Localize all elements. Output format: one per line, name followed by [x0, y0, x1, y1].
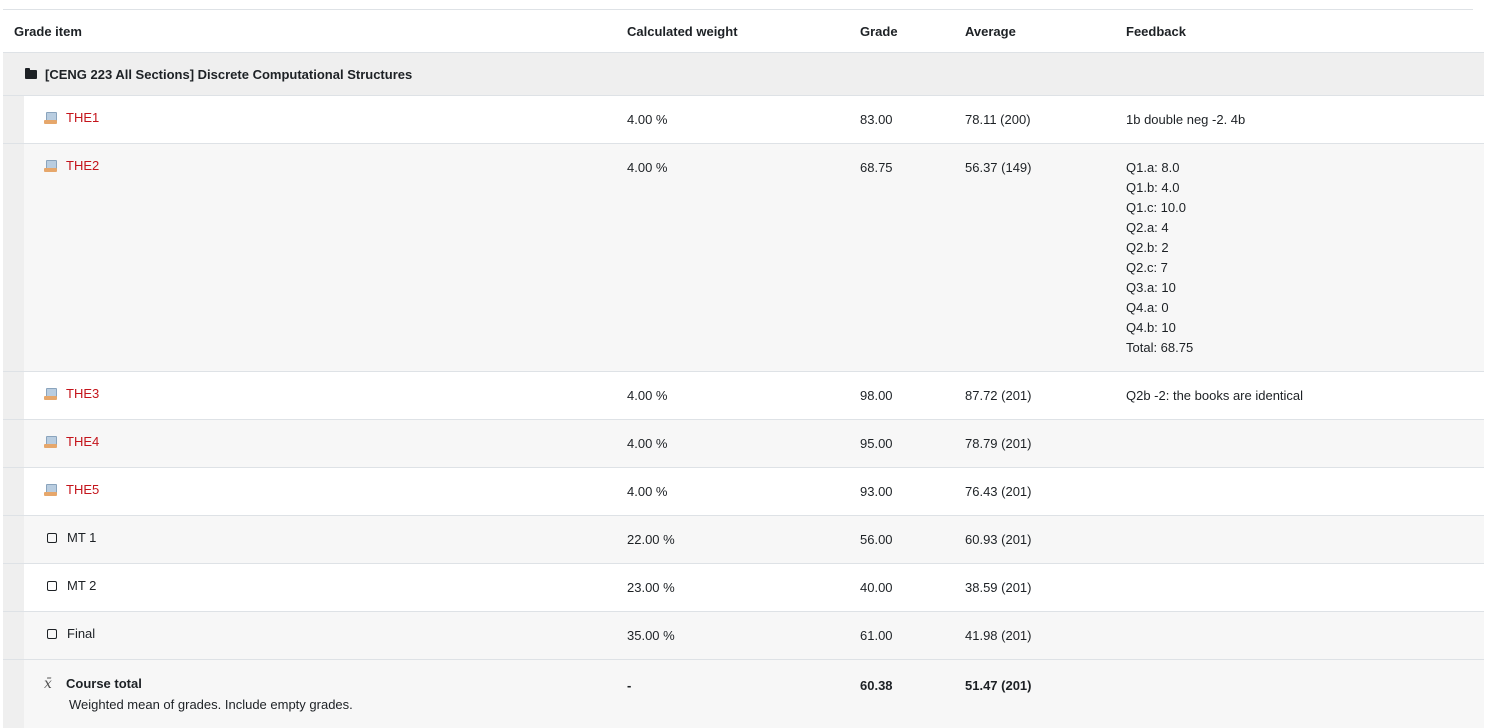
user-grade-table: Grade item Calculated weight Grade Avera… — [3, 10, 1484, 728]
grade-cell: 61.00 — [860, 612, 965, 660]
grade-item-row: Final 35.00 % 61.00 41.98 (201) — [3, 612, 1484, 660]
grade-item-row: THE1 4.00 % 83.00 78.11 (200) 1b double … — [3, 96, 1484, 144]
course-total-description: Weighted mean of grades. Include empty g… — [47, 695, 627, 715]
total-average-cell: 51.47 (201) — [965, 660, 1126, 728]
grade-item-name: MT 1 — [67, 528, 96, 548]
grade-item-row: THE2 4.00 % 68.75 56.37 (149) Q1.a: 8.0 … — [3, 144, 1484, 372]
average-cell: 87.72 (201) — [965, 372, 1126, 420]
grade-cell: 93.00 — [860, 468, 965, 516]
header-calculated-weight[interactable]: Calculated weight — [627, 10, 860, 53]
calculated-weight-cell: 4.00 % — [627, 144, 860, 372]
grade-cell: 83.00 — [860, 96, 965, 144]
feedback-cell — [1126, 516, 1484, 564]
feedback-cell — [1126, 468, 1484, 516]
average-cell: 41.98 (201) — [965, 612, 1126, 660]
grade-cell: 56.00 — [860, 516, 965, 564]
average-cell: 38.59 (201) — [965, 564, 1126, 612]
header-grade-item[interactable]: Grade item — [3, 10, 627, 53]
calculated-weight-cell: 4.00 % — [627, 468, 860, 516]
average-cell: 76.43 (201) — [965, 468, 1126, 516]
grade-item-row: THE5 4.00 % 93.00 76.43 (201) — [3, 468, 1484, 516]
calculated-weight-cell: 4.00 % — [627, 420, 860, 468]
manual-item-icon — [47, 629, 57, 639]
course-total-row: x̄ Course total Weighted mean of grades.… — [3, 660, 1484, 728]
feedback-cell — [1126, 564, 1484, 612]
header-average[interactable]: Average — [965, 10, 1126, 53]
average-cell: 78.11 (200) — [965, 96, 1126, 144]
calculated-weight-cell: 35.00 % — [627, 612, 860, 660]
grade-cell: 98.00 — [860, 372, 965, 420]
assignment-icon — [44, 388, 57, 400]
average-cell: 78.79 (201) — [965, 420, 1126, 468]
total-grade-cell: 60.38 — [860, 660, 965, 728]
course-total-label: Course total — [66, 674, 142, 694]
manual-item-icon — [47, 533, 57, 543]
mean-icon: x̄ — [44, 674, 57, 694]
header-row: Grade item Calculated weight Grade Avera… — [3, 10, 1484, 53]
grade-item-row: MT 1 22.00 % 56.00 60.93 (201) — [3, 516, 1484, 564]
grade-item-name: MT 2 — [67, 576, 96, 596]
feedback-cell: Q2b -2: the books are identical — [1126, 372, 1484, 420]
feedback-cell: Q1.a: 8.0 Q1.b: 4.0 Q1.c: 10.0 Q2.a: 4 Q… — [1126, 144, 1484, 372]
assignment-icon — [44, 484, 57, 496]
grade-item-name: Final — [67, 624, 95, 644]
grade-report: Grade item Calculated weight Grade Avera… — [3, 9, 1473, 728]
grade-item-link[interactable]: THE3 — [66, 384, 99, 404]
grade-item-link[interactable]: THE1 — [66, 108, 99, 128]
grade-cell: 40.00 — [860, 564, 965, 612]
manual-item-icon — [47, 581, 57, 591]
grade-item-row: THE4 4.00 % 95.00 78.79 (201) — [3, 420, 1484, 468]
grade-item-row: THE3 4.00 % 98.00 87.72 (201) Q2b -2: th… — [3, 372, 1484, 420]
average-cell: 56.37 (149) — [965, 144, 1126, 372]
total-weight-cell: - — [627, 660, 860, 728]
grade-item-link[interactable]: THE5 — [66, 480, 99, 500]
folder-icon — [25, 70, 37, 79]
total-feedback-cell — [1126, 660, 1484, 728]
category-name: [CENG 223 All Sections] Discrete Computa… — [45, 67, 412, 82]
feedback-cell — [1126, 612, 1484, 660]
average-cell: 60.93 (201) — [965, 516, 1126, 564]
grade-item-link[interactable]: THE4 — [66, 432, 99, 452]
feedback-cell — [1126, 420, 1484, 468]
feedback-cell: 1b double neg -2. 4b — [1126, 96, 1484, 144]
header-grade[interactable]: Grade — [860, 10, 965, 53]
category-row: [CENG 223 All Sections] Discrete Computa… — [3, 53, 1484, 96]
grade-item-row: MT 2 23.00 % 40.00 38.59 (201) — [3, 564, 1484, 612]
calculated-weight-cell: 4.00 % — [627, 96, 860, 144]
assignment-icon — [44, 160, 57, 172]
grade-cell: 95.00 — [860, 420, 965, 468]
assignment-icon — [44, 112, 57, 124]
grade-item-link[interactable]: THE2 — [66, 156, 99, 176]
assignment-icon — [44, 436, 57, 448]
header-feedback[interactable]: Feedback — [1126, 10, 1484, 53]
calculated-weight-cell: 23.00 % — [627, 564, 860, 612]
calculated-weight-cell: 4.00 % — [627, 372, 860, 420]
grade-cell: 68.75 — [860, 144, 965, 372]
calculated-weight-cell: 22.00 % — [627, 516, 860, 564]
